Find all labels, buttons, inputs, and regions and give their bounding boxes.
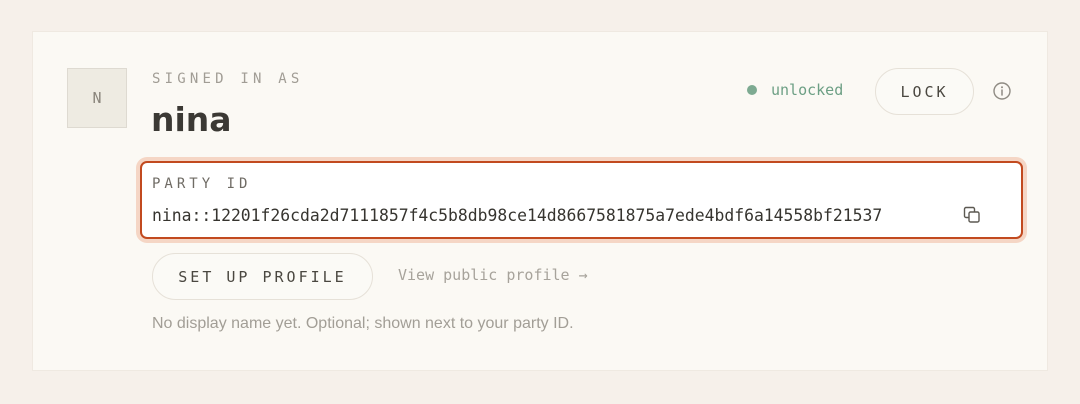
status-text: unlocked: [771, 81, 844, 99]
status-dot-icon: [747, 85, 757, 95]
party-id-value: nina::12201f26cda2d7111857f4c5b8db98ce14…: [152, 206, 883, 225]
view-public-profile-link[interactable]: View public profile →: [398, 266, 588, 284]
info-icon[interactable]: [992, 81, 1012, 101]
lock-button[interactable]: LOCK: [875, 68, 974, 115]
setup-profile-button[interactable]: SET UP PROFILE: [152, 253, 373, 300]
avatar: N: [67, 68, 127, 128]
party-id-box: [140, 161, 1023, 239]
signed-in-label: SIGNED IN AS: [152, 71, 304, 87]
copy-icon[interactable]: [962, 205, 982, 225]
avatar-initial: N: [92, 89, 102, 107]
status-indicator: unlocked: [747, 81, 843, 99]
display-name-hint: No display name yet. Optional; shown nex…: [152, 315, 574, 332]
username: nina: [151, 100, 232, 139]
party-id-label: PARTY ID: [152, 176, 252, 192]
